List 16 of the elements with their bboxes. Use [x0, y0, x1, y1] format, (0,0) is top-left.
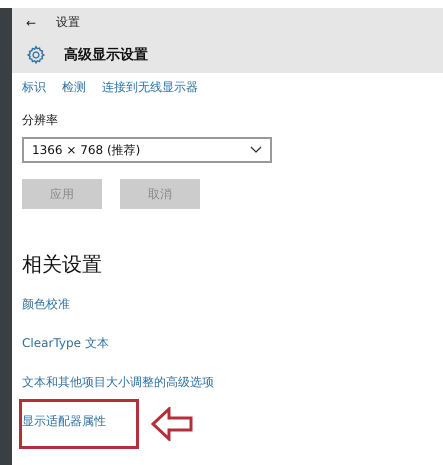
- chevron-icon: [250, 146, 262, 154]
- arrow-icon: [151, 407, 193, 441]
- link[interactable]: ClearType 文本: [22, 335, 109, 352]
- page-title: 高级显示设置: [64, 46, 148, 64]
- link[interactable]: 显示适配器属性: [22, 414, 106, 428]
- settings-icon: [26, 45, 46, 65]
- link[interactable]: 文本和其他项目大小调整的高级选项: [22, 374, 214, 391]
- link[interactable]: 颜色校准: [22, 296, 70, 313]
- link[interactable]: 标识: [22, 79, 46, 96]
- resolution-dropdown[interactable]: 1366 × 768 (推荐): [22, 137, 272, 163]
- link[interactable]: 检测: [62, 79, 86, 96]
- resolution-label: 分辨率: [22, 112, 58, 129]
- back-button[interactable]: ←: [26, 16, 36, 30]
- section-heading: 相关设置: [22, 251, 102, 278]
- window-title: 设置: [56, 14, 80, 31]
- link[interactable]: 连接到无线显示器: [102, 79, 198, 96]
